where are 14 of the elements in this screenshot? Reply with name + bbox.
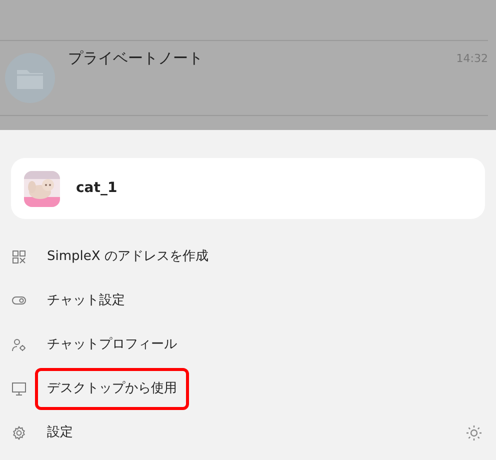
chat-title: プライベートノート <box>68 48 204 67</box>
qr-icon <box>12 250 26 264</box>
menu-item[interactable]: SimpleX のアドレスを作成 <box>35 236 220 278</box>
menu-item[interactable]: 設定 <box>35 412 85 454</box>
menu-item[interactable]: チャットプロフィール <box>35 324 189 366</box>
profile-card[interactable]: cat_1 <box>11 158 485 219</box>
theme-toggle-icon[interactable] <box>466 425 482 441</box>
person-gear-icon <box>12 338 26 352</box>
settings-icon <box>12 426 26 440</box>
profile-name: cat_1 <box>76 179 118 198</box>
folder-avatar-icon <box>5 53 55 103</box>
monitor-icon <box>12 382 26 396</box>
menu-item[interactable]: デスクトップから使用 <box>35 368 189 410</box>
menu-item[interactable]: チャット設定 <box>35 280 137 322</box>
